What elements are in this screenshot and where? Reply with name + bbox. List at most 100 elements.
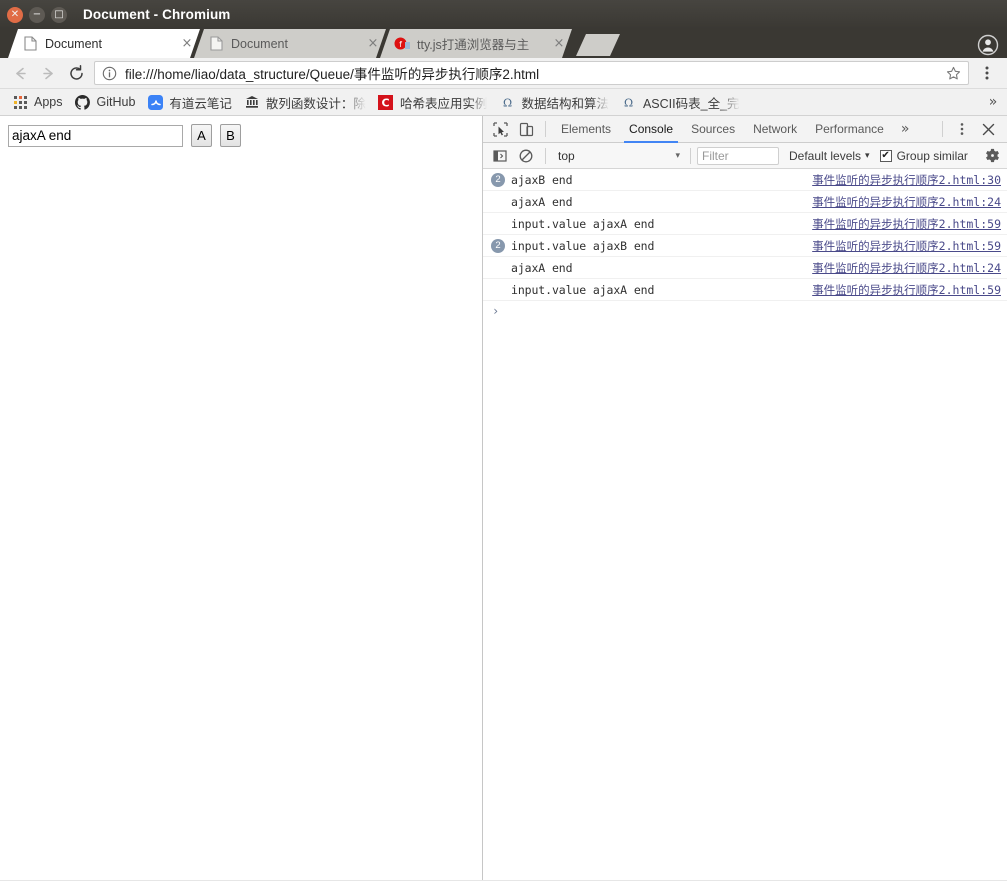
bookmark-label: 数据结构和算法 (521, 96, 609, 111)
tab-performance[interactable]: Performance (806, 116, 893, 143)
svg-text:C: C (382, 96, 390, 109)
group-similar-checkbox[interactable]: ✔ Group similar (879, 148, 968, 163)
tab-sources[interactable]: Sources (682, 116, 744, 143)
avatar[interactable] (977, 34, 999, 56)
console-message-row[interactable]: ajaxA end 事件监听的异步执行顺序2.html:24 (483, 191, 1007, 213)
console-filter-input[interactable]: Filter (697, 146, 779, 165)
window-title: Document - Chromium (83, 7, 231, 22)
bookmark-data-structure-algo[interactable]: Ω 数据结构和算法 (493, 91, 615, 113)
console-message-text: ajaxA end (511, 260, 573, 275)
console-message-text: ajaxB end (511, 172, 573, 187)
repeat-count-badge: 2 (491, 172, 505, 187)
console-message-row[interactable]: input.value ajaxA end 事件监听的异步执行顺序2.html:… (483, 213, 1007, 235)
tab-label: Performance (815, 122, 884, 136)
tab-close-icon[interactable]: × (180, 37, 194, 51)
console-toolbar: top ▾ Filter Default levels ▾ ✔ Group si… (483, 143, 1007, 169)
console-source-link[interactable]: 事件监听的异步执行顺序2.html:59 (812, 282, 1001, 298)
tab-elements[interactable]: Elements (552, 116, 620, 143)
bookmark-github[interactable]: GitHub (69, 91, 142, 113)
bookmark-hashtable-example[interactable]: C 哈希表应用实例 (372, 91, 494, 113)
console-source-link[interactable]: 事件监听的异步执行顺序2.html:59 (812, 216, 1001, 232)
group-similar-label: Group similar (896, 148, 968, 163)
github-icon (75, 94, 91, 110)
divider (690, 147, 691, 164)
chrome-menu-button[interactable] (973, 59, 1001, 87)
console-source-link[interactable]: 事件监听的异步执行顺序2.html:30 (812, 172, 1001, 188)
console-source-link[interactable]: 事件监听的异步执行顺序2.html:24 (812, 260, 1001, 276)
bookmark-youdao[interactable]: 有道云笔记 (141, 91, 238, 113)
navigation-toolbar: file:///home/liao/data_structure/Queue/事… (0, 58, 1007, 89)
console-message-text: ajaxA end (511, 194, 573, 209)
bookmark-star-icon[interactable] (943, 66, 963, 81)
maximize-icon: □ (54, 8, 64, 20)
content-area: A B Elements Console (0, 116, 1007, 880)
tab-network[interactable]: Network (744, 116, 806, 143)
bookmark-label: ASCII码表_全_完 (642, 96, 740, 111)
tab-close-icon[interactable]: × (366, 37, 380, 51)
page-icon (22, 36, 38, 52)
page-info-icon[interactable] (102, 66, 118, 81)
console-source-link[interactable]: 事件监听的异步执行顺序2.html:24 (812, 194, 1001, 210)
console-prompt[interactable]: › (483, 301, 1007, 321)
tab-label: Console (629, 122, 674, 136)
chevron-down-icon: ▾ (675, 150, 680, 160)
browser-tab-3[interactable]: f tty.js打通浏览器与主 × (380, 29, 572, 58)
console-message-list[interactable]: 2 ajaxB end 事件监听的异步执行顺序2.html:30 ajaxA e… (483, 169, 1007, 880)
divider (545, 121, 546, 137)
console-message-text: input.value ajaxA end (511, 282, 655, 297)
devtools-close-button[interactable] (975, 117, 1001, 141)
clear-console-icon[interactable] (513, 144, 539, 168)
console-message-row[interactable]: 2 ajaxB end 事件监听的异步执行顺序2.html:30 (483, 169, 1007, 191)
close-icon: ✕ (10, 8, 20, 20)
page-icon (208, 36, 224, 52)
tab-strip: Document × Document × f tty.js打通浏览器与主 × (0, 29, 1007, 58)
bookmark-label: Apps (34, 95, 63, 109)
svg-text:Ω: Ω (503, 96, 512, 109)
repeat-count-badge: 2 (491, 238, 505, 253)
gear-icon[interactable] (982, 146, 1002, 166)
new-tab-button[interactable] (576, 34, 620, 56)
address-bar[interactable]: file:///home/liao/data_structure/Queue/事… (94, 61, 969, 85)
bookmarks-overflow-button[interactable]: » (983, 92, 1003, 112)
bookmark-ascii-table[interactable]: Ω ASCII码表_全_完 (615, 91, 746, 113)
window-close-button[interactable]: ✕ (7, 6, 23, 23)
tab-close-icon[interactable]: × (552, 37, 566, 51)
chevron-down-icon: ▾ (865, 150, 870, 160)
console-message-row[interactable]: 2 input.value ajaxB end 事件监听的异步执行顺序2.htm… (483, 235, 1007, 257)
url-text[interactable]: file:///home/liao/data_structure/Queue/事… (125, 63, 943, 83)
bookmark-label: GitHub (96, 95, 136, 109)
button-b[interactable]: B (220, 124, 241, 147)
devtools-panel: Elements Console Sources Network Perform… (483, 116, 1007, 880)
back-button[interactable] (6, 59, 34, 87)
checkbox-checkmark: ✔ (879, 149, 892, 162)
devtools-menu-button[interactable] (949, 117, 975, 141)
device-toolbar-icon[interactable] (513, 117, 539, 141)
window-maximize-button[interactable]: □ (51, 6, 67, 23)
text-input[interactable] (8, 124, 183, 147)
apps-grid-icon (12, 94, 28, 110)
log-levels-dropdown[interactable]: Default levels ▾ (789, 149, 870, 163)
browser-tab-2[interactable]: Document × (194, 29, 386, 58)
reload-button[interactable] (62, 59, 90, 87)
bookmark-hash-design[interactable]: 散列函数设计：除 (238, 91, 372, 113)
console-source-link[interactable]: 事件监听的异步执行顺序2.html:59 (812, 238, 1001, 254)
browser-tab-1[interactable]: Document × (8, 29, 200, 58)
web-page-viewport: A B (0, 116, 483, 880)
tab-console[interactable]: Console (620, 116, 682, 143)
console-sidebar-icon[interactable] (487, 144, 513, 168)
more-tabs-button[interactable]: » (893, 121, 918, 137)
youdao-icon (147, 94, 163, 110)
console-message-text: input.value ajaxA end (511, 216, 655, 231)
window-minimize-button[interactable]: − (29, 6, 45, 23)
console-message-row[interactable]: ajaxA end 事件监听的异步执行顺序2.html:24 (483, 257, 1007, 279)
forward-button[interactable] (34, 59, 62, 87)
inspect-cursor-icon[interactable] (487, 117, 513, 141)
bookmark-apps[interactable]: Apps (6, 91, 69, 113)
console-message-row[interactable]: input.value ajaxA end 事件监听的异步执行顺序2.html:… (483, 279, 1007, 301)
context-label: top (558, 148, 575, 163)
button-a[interactable]: A (191, 124, 212, 147)
window-controls: ✕ − □ (0, 6, 67, 23)
window-titlebar: ✕ − □ Document - Chromium (0, 0, 1007, 29)
execution-context-select[interactable]: top ▾ (552, 147, 684, 165)
bookmarks-bar: Apps GitHub 有道云笔记 散列函数设计：除 C 哈希表应用实例 Ω 数… (0, 89, 1007, 116)
